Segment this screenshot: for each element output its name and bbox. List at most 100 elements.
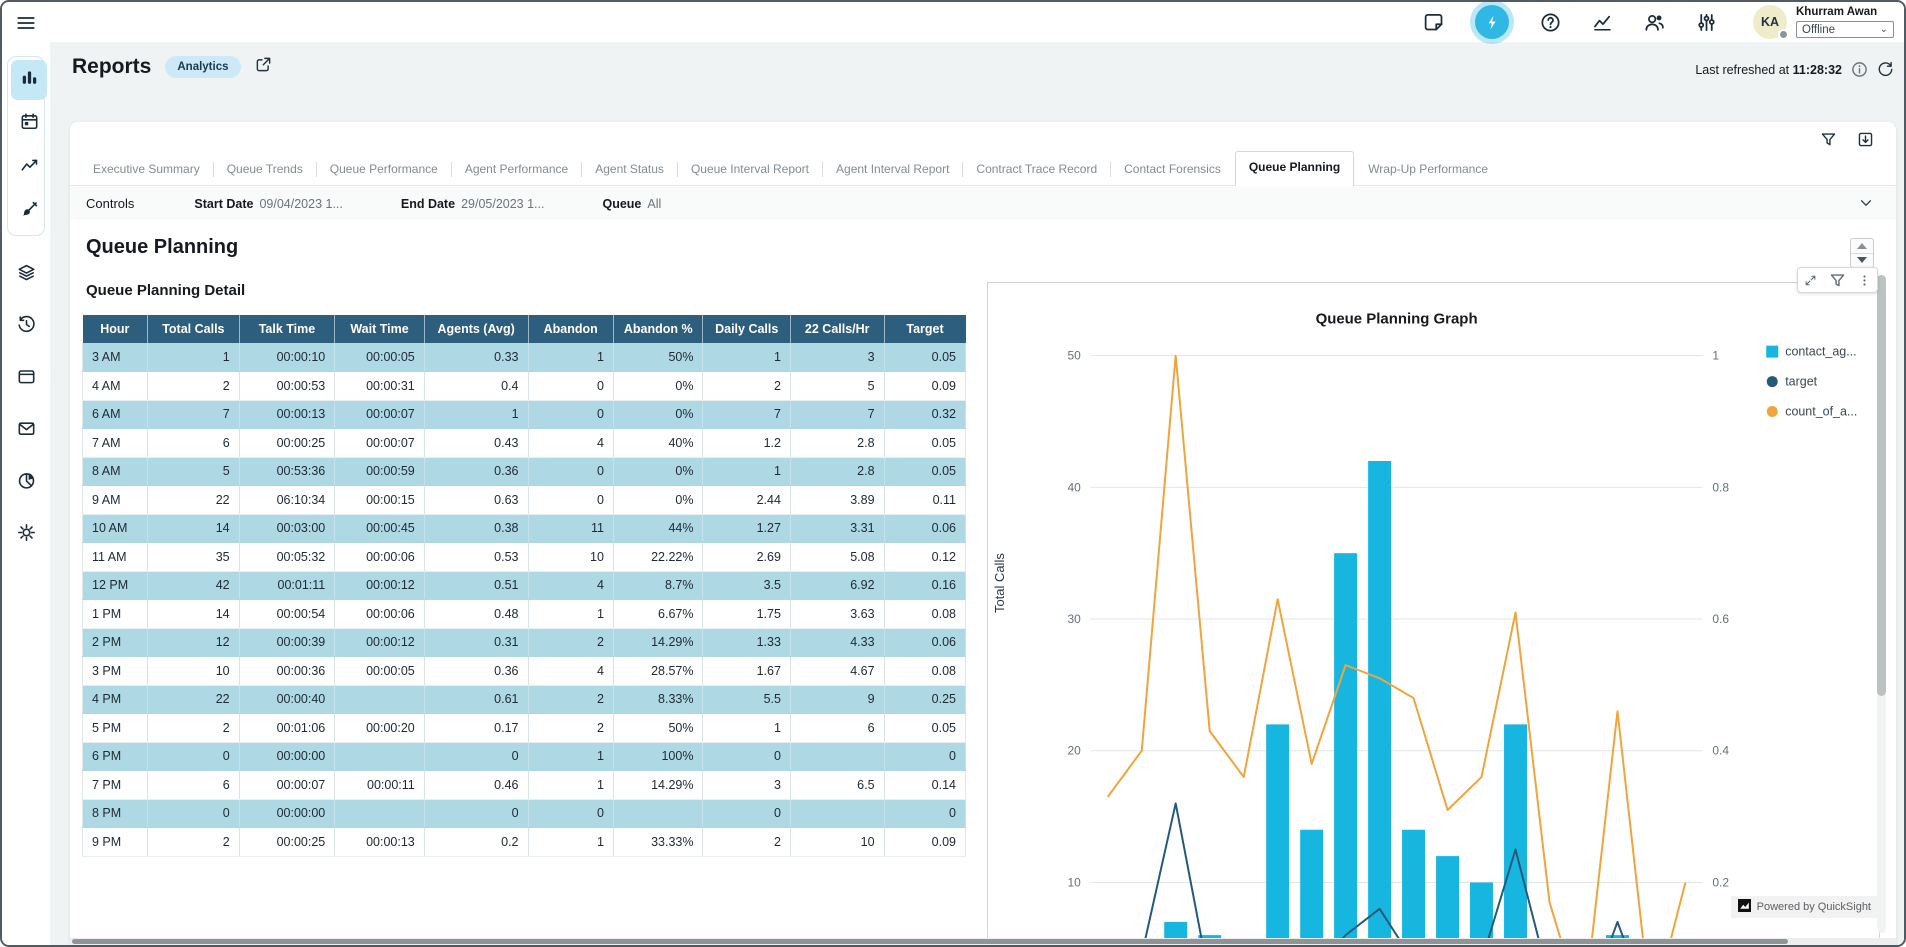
table-cell <box>790 799 884 828</box>
control-queue[interactable]: QueueAll <box>602 197 661 211</box>
bar[interactable] <box>1334 553 1357 945</box>
tab-wrap-up-performance[interactable]: Wrap-Up Performance <box>1355 154 1501 185</box>
left-axis-tick: 40 <box>1067 480 1081 494</box>
table-row: 1 PM1400:00:5400:00:060.4816.67%1.753.63… <box>83 600 966 629</box>
legend-item[interactable]: count_of_a... <box>1767 404 1858 418</box>
tab-queue-trends[interactable]: Queue Trends <box>214 154 316 185</box>
sidebar-item-reports[interactable] <box>11 60 47 100</box>
legend-item[interactable]: target <box>1767 375 1818 389</box>
controls-label: Controls <box>86 196 134 211</box>
table-header-cell[interactable]: Wait Time <box>335 315 425 343</box>
table-cell: 6 PM <box>83 742 148 771</box>
refresh-icon[interactable] <box>1877 61 1894 78</box>
insights-icon[interactable] <box>1475 5 1509 39</box>
history-icon <box>17 315 36 339</box>
visual-toolbar <box>1797 267 1878 293</box>
status-select[interactable]: Offline ⌄ <box>1796 21 1894 38</box>
sidebar-item-gear[interactable] <box>8 522 44 548</box>
sidebar-item-history[interactable] <box>8 314 44 340</box>
bar[interactable] <box>1402 830 1425 945</box>
metrics-icon[interactable] <box>1591 11 1613 33</box>
tab-contact-forensics[interactable]: Contact Forensics <box>1111 154 1234 185</box>
table-cell: 14 <box>148 600 240 629</box>
control-start-date[interactable]: Start Date09/04/2023 1... <box>194 197 342 211</box>
vertical-scrollbar[interactable] <box>1877 275 1886 933</box>
sidebar-item-layers[interactable] <box>8 262 44 288</box>
table-header-cell[interactable]: Agents (Avg) <box>424 315 528 343</box>
tab-agent-performance[interactable]: Agent Performance <box>452 154 581 185</box>
table-header-cell[interactable]: 22 Calls/Hr <box>790 315 884 343</box>
table-cell: 00:00:59 <box>335 457 425 486</box>
export-download-icon[interactable] <box>1857 131 1874 148</box>
tab-queue-interval-report[interactable]: Queue Interval Report <box>678 154 822 185</box>
sidebar-item-trends[interactable] <box>11 148 47 188</box>
avatar[interactable]: KA <box>1753 5 1787 39</box>
table-header-cell[interactable]: Total Calls <box>148 315 240 343</box>
quicksight-logo-icon <box>1738 899 1751 915</box>
maximize-icon[interactable] <box>1804 274 1817 287</box>
line-series-countofa[interactable] <box>1108 356 1686 945</box>
reports-card: Executive SummaryQueue TrendsQueue Perfo… <box>70 122 1896 945</box>
hamburger-menu-icon[interactable] <box>16 13 38 31</box>
svg-text:contact_ag...: contact_ag... <box>1785 345 1856 359</box>
top-bar: KA Khurram Awan Offline ⌄ <box>2 2 1904 42</box>
filter-icon[interactable] <box>1829 272 1846 289</box>
table-cell: 6 <box>148 771 240 800</box>
agents-icon[interactable] <box>1643 11 1665 33</box>
notes-icon[interactable] <box>1423 11 1445 33</box>
sidebar-item-mail[interactable] <box>8 418 44 444</box>
table-cell: 0.31 <box>424 628 528 657</box>
help-icon[interactable] <box>1539 11 1561 33</box>
external-link-icon[interactable] <box>255 56 272 78</box>
table-cell: 00:01:11 <box>239 571 335 600</box>
table-cell: 1 <box>528 771 613 800</box>
settings-sliders-icon[interactable] <box>1695 11 1717 33</box>
sidebar-item-window[interactable] <box>8 366 44 392</box>
tab-executive-summary[interactable]: Executive Summary <box>80 154 213 185</box>
bar[interactable] <box>1504 724 1527 945</box>
legend-item[interactable]: contact_ag... <box>1766 345 1856 359</box>
table-header-cell[interactable]: Daily Calls <box>703 315 790 343</box>
table-cell: 00:00:06 <box>335 543 425 572</box>
horizontal-scrollbar-thumb[interactable] <box>72 939 1788 944</box>
table-cell: 00:00:05 <box>335 343 425 372</box>
menu-dots-icon[interactable] <box>1858 274 1871 287</box>
table-cell: 6 <box>148 429 240 458</box>
table-cell: 00:00:25 <box>239 429 335 458</box>
table-cell: 0% <box>613 486 703 515</box>
bar[interactable] <box>1300 830 1323 945</box>
tab-agent-interval-report[interactable]: Agent Interval Report <box>823 154 962 185</box>
controls-collapse-chevron-icon[interactable] <box>1858 195 1874 211</box>
horizontal-scrollbar[interactable] <box>70 938 1896 945</box>
page-down-button[interactable] <box>1851 254 1873 268</box>
sidebar-item-design[interactable] <box>11 192 47 232</box>
vertical-scrollbar-thumb[interactable] <box>1877 275 1886 696</box>
table-cell: 6.67% <box>613 600 703 629</box>
sidebar-item-pie[interactable] <box>8 470 44 496</box>
table-cell: 0.05 <box>884 714 965 743</box>
table-header-cell[interactable]: Hour <box>83 315 148 343</box>
tab-queue-performance[interactable]: Queue Performance <box>317 154 451 185</box>
sidebar-item-calendar[interactable] <box>11 104 47 144</box>
window-icon <box>17 367 36 391</box>
bar[interactable] <box>1266 724 1289 945</box>
table-cell: 0.12 <box>884 543 965 572</box>
control-end-date[interactable]: End Date29/05/2023 1... <box>401 197 545 211</box>
filter-icon[interactable] <box>1820 131 1837 148</box>
tab-contract-trace-record[interactable]: Contract Trace Record <box>963 154 1110 185</box>
table-cell: 00:00:39 <box>239 628 335 657</box>
table-header-cell[interactable]: Abandon % <box>613 315 703 343</box>
table-header-cell[interactable]: Talk Time <box>239 315 335 343</box>
page-up-button[interactable] <box>1851 239 1873 254</box>
info-icon[interactable] <box>1851 61 1868 78</box>
table-header-cell[interactable]: Target <box>884 315 965 343</box>
table-cell: 0.63 <box>424 486 528 515</box>
table-cell: 2 <box>703 828 790 857</box>
bar[interactable] <box>1436 856 1459 945</box>
powered-by-quicksight[interactable]: Powered by QuickSight <box>1731 896 1878 918</box>
table-header-cell[interactable]: Abandon <box>528 315 613 343</box>
tab-agent-status[interactable]: Agent Status <box>582 154 677 185</box>
bar[interactable] <box>1368 461 1391 945</box>
tab-queue-planning[interactable]: Queue Planning <box>1235 151 1354 186</box>
table-row: 4 PM2200:00:400.6128.33%5.590.25 <box>83 685 966 714</box>
